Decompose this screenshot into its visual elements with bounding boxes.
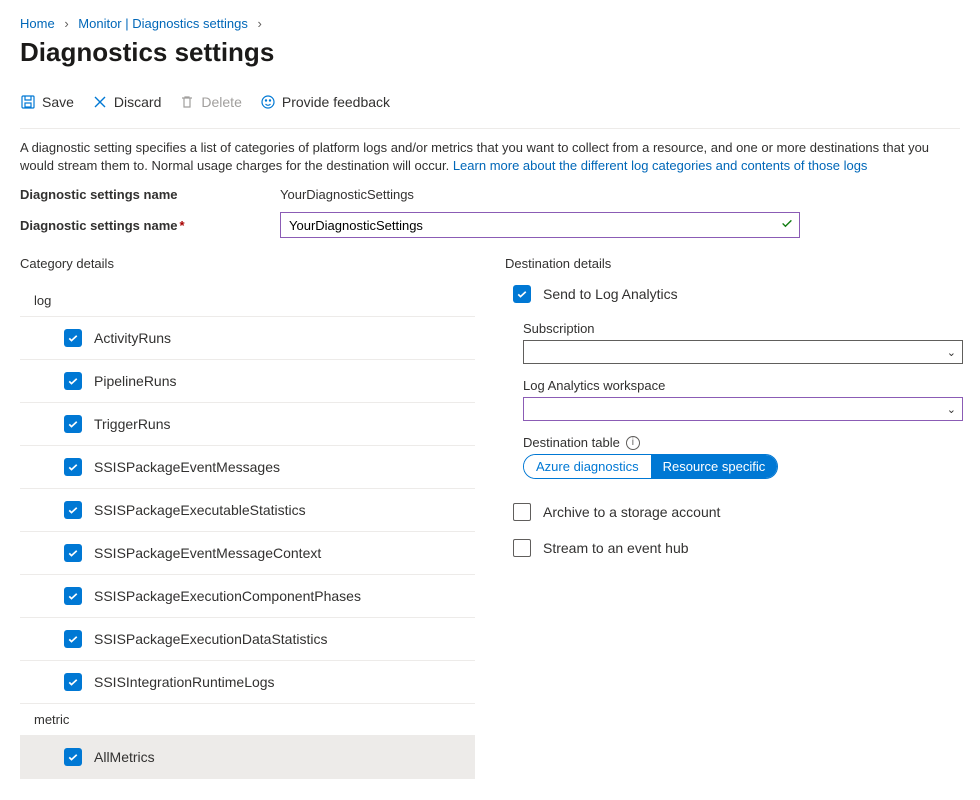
page-title: Diagnostics settings bbox=[20, 37, 960, 68]
archive-checkbox[interactable] bbox=[513, 503, 531, 521]
log-category-label: SSISPackageExecutionDataStatistics bbox=[94, 631, 327, 647]
info-icon[interactable]: i bbox=[626, 436, 640, 450]
workspace-select[interactable]: ⌄ bbox=[523, 397, 963, 421]
log-category-checkbox[interactable] bbox=[64, 501, 82, 519]
log-category-row: SSISPackageExecutionDataStatistics bbox=[20, 618, 475, 661]
log-category-row: SSISPackageEventMessageContext bbox=[20, 532, 475, 575]
log-category-checkbox[interactable] bbox=[64, 673, 82, 691]
send-to-la-section: Send to Log Analytics Subscription ⌄ Log… bbox=[505, 285, 960, 479]
dest-table-label: Destination table i bbox=[523, 435, 960, 450]
dest-table-resource-option[interactable]: Resource specific bbox=[651, 455, 778, 478]
subscription-select[interactable]: ⌄ bbox=[523, 340, 963, 364]
diagnostic-name-input-row: Diagnostic settings name* bbox=[20, 212, 960, 238]
chevron-down-icon: ⌄ bbox=[947, 346, 956, 359]
breadcrumb-monitor[interactable]: Monitor | Diagnostics settings bbox=[78, 16, 248, 31]
log-category-label: PipelineRuns bbox=[94, 373, 177, 389]
save-label: Save bbox=[42, 94, 74, 110]
log-category-row: SSISPackageEventMessages bbox=[20, 446, 475, 489]
category-details-col: Category details log ActivityRuns Pipelin… bbox=[20, 256, 475, 779]
log-category-row: ActivityRuns bbox=[20, 317, 475, 360]
log-category-label: TriggerRuns bbox=[94, 416, 171, 432]
close-icon bbox=[92, 94, 108, 110]
stream-label: Stream to an event hub bbox=[543, 540, 689, 556]
category-details-heading: Category details bbox=[20, 256, 475, 271]
diagnostic-name-input[interactable] bbox=[280, 212, 800, 238]
archive-row: Archive to a storage account bbox=[505, 503, 960, 521]
log-category-row: SSISPackageExecutionComponentPhases bbox=[20, 575, 475, 618]
destination-details-heading: Destination details bbox=[505, 256, 960, 271]
log-category-checkbox[interactable] bbox=[64, 587, 82, 605]
log-category-checkbox[interactable] bbox=[64, 372, 82, 390]
breadcrumb: Home › Monitor | Diagnostics settings › bbox=[20, 16, 960, 31]
metric-category-row: AllMetrics bbox=[20, 736, 475, 779]
smiley-icon bbox=[260, 94, 276, 110]
send-to-la-row: Send to Log Analytics bbox=[513, 285, 960, 303]
discard-button[interactable]: Discard bbox=[92, 94, 161, 110]
destination-details-col: Destination details Send to Log Analytic… bbox=[505, 256, 960, 779]
trash-icon bbox=[179, 94, 195, 110]
diagnostic-name-value: YourDiagnosticSettings bbox=[280, 187, 414, 202]
required-indicator: * bbox=[179, 218, 184, 233]
delete-button: Delete bbox=[179, 94, 241, 110]
feedback-button[interactable]: Provide feedback bbox=[260, 94, 390, 110]
content-columns: Category details log ActivityRuns Pipelin… bbox=[20, 256, 960, 779]
subscription-label: Subscription bbox=[523, 321, 960, 336]
metric-category-label: AllMetrics bbox=[94, 749, 155, 765]
stream-row: Stream to an event hub bbox=[505, 539, 960, 557]
chevron-down-icon: ⌄ bbox=[947, 403, 956, 416]
log-category-checkbox[interactable] bbox=[64, 415, 82, 433]
toolbar: Save Discard Delete Provide feedback bbox=[20, 86, 960, 120]
diagnostic-name-readonly-row: Diagnostic settings name YourDiagnosticS… bbox=[20, 187, 960, 202]
breadcrumb-home[interactable]: Home bbox=[20, 16, 55, 31]
workspace-label: Log Analytics workspace bbox=[523, 378, 960, 393]
log-category-row: PipelineRuns bbox=[20, 360, 475, 403]
log-category-label: SSISPackageExecutionComponentPhases bbox=[94, 588, 361, 604]
log-category-checkbox[interactable] bbox=[64, 544, 82, 562]
metric-subheading: metric bbox=[20, 704, 475, 736]
description: A diagnostic setting specifies a list of… bbox=[20, 139, 940, 175]
log-subheading: log bbox=[20, 285, 475, 317]
log-category-label: ActivityRuns bbox=[94, 330, 171, 346]
archive-label: Archive to a storage account bbox=[543, 504, 720, 520]
log-category-row: SSISIntegrationRuntimeLogs bbox=[20, 661, 475, 704]
divider bbox=[20, 128, 960, 129]
metric-category-checkbox[interactable] bbox=[64, 748, 82, 766]
log-category-row: SSISPackageExecutableStatistics bbox=[20, 489, 475, 532]
chevron-right-icon: › bbox=[257, 16, 261, 31]
diagnostic-name-input-label: Diagnostic settings name* bbox=[20, 218, 280, 233]
dest-table-azure-option[interactable]: Azure diagnostics bbox=[524, 455, 651, 478]
discard-label: Discard bbox=[114, 94, 161, 110]
learn-more-link[interactable]: Learn more about the different log categ… bbox=[453, 158, 868, 173]
save-button[interactable]: Save bbox=[20, 94, 74, 110]
delete-label: Delete bbox=[201, 94, 241, 110]
send-to-la-checkbox[interactable] bbox=[513, 285, 531, 303]
log-category-checkbox[interactable] bbox=[64, 630, 82, 648]
log-category-label: SSISIntegrationRuntimeLogs bbox=[94, 674, 275, 690]
feedback-label: Provide feedback bbox=[282, 94, 390, 110]
log-category-row: TriggerRuns bbox=[20, 403, 475, 446]
log-category-label: SSISPackageEventMessages bbox=[94, 459, 280, 475]
save-icon bbox=[20, 94, 36, 110]
dest-table-toggle[interactable]: Azure diagnostics Resource specific bbox=[523, 454, 778, 479]
workspace-field: Log Analytics workspace ⌄ bbox=[523, 378, 960, 421]
log-category-checkbox[interactable] bbox=[64, 458, 82, 476]
stream-checkbox[interactable] bbox=[513, 539, 531, 557]
log-category-label: SSISPackageEventMessageContext bbox=[94, 545, 321, 561]
log-category-checkbox[interactable] bbox=[64, 329, 82, 347]
diagnostic-name-label: Diagnostic settings name bbox=[20, 187, 280, 202]
chevron-right-icon: › bbox=[64, 16, 68, 31]
dest-table-field: Destination table i Azure diagnostics Re… bbox=[523, 435, 960, 479]
log-category-label: SSISPackageExecutableStatistics bbox=[94, 502, 306, 518]
send-to-la-label: Send to Log Analytics bbox=[543, 286, 678, 302]
subscription-field: Subscription ⌄ bbox=[523, 321, 960, 364]
